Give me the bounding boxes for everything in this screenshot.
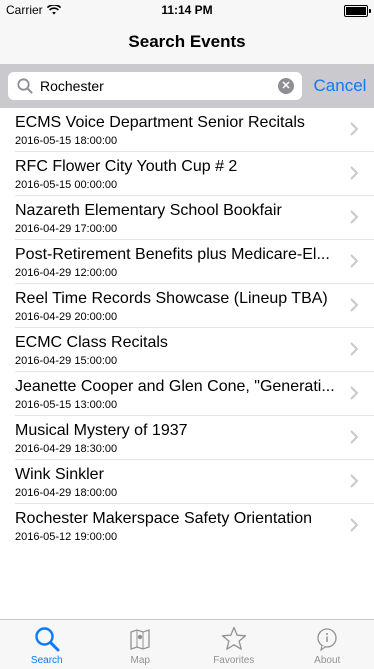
chevron-right-icon — [350, 518, 358, 532]
event-datetime: 2016-04-29 17:00:00 — [15, 223, 117, 235]
page-title: Search Events — [0, 20, 374, 64]
clear-search-button[interactable]: ✕ — [278, 78, 294, 94]
tab-bar: Search Map Favorites About — [0, 619, 374, 669]
search-icon — [16, 77, 34, 95]
event-datetime: 2016-04-29 15:00:00 — [15, 355, 117, 367]
tab-label: About — [281, 655, 374, 666]
event-datetime: 2016-04-29 20:00:00 — [15, 311, 117, 323]
list-item[interactable]: Post-Retirement Benefits plus Medicare-E… — [0, 240, 374, 284]
map-icon — [126, 625, 154, 653]
status-bar: Carrier 11:14 PM — [0, 0, 374, 20]
event-title: Jeanette Cooper and Glen Cone, "Generati… — [15, 378, 337, 396]
info-icon — [313, 625, 341, 653]
search-field[interactable]: ✕ — [8, 72, 302, 100]
tab-search[interactable]: Search — [0, 620, 94, 669]
event-title: Nazareth Elementary School Bookfair — [15, 202, 337, 220]
list-item[interactable]: ECMC Class Recitals 2016-04-29 15:00:00 — [0, 328, 374, 372]
chevron-right-icon — [350, 386, 358, 400]
list-item[interactable]: Reel Time Records Showcase (Lineup TBA) … — [0, 284, 374, 328]
event-title: ECMS Voice Department Senior Recitals — [15, 114, 337, 132]
list-item[interactable]: Rochester Makerspace Safety Orientation … — [0, 504, 374, 548]
chevron-right-icon — [350, 254, 358, 268]
list-item[interactable]: Jeanette Cooper and Glen Cone, "Generati… — [0, 372, 374, 416]
event-title: Musical Mystery of 1937 — [15, 422, 337, 440]
chevron-right-icon — [350, 122, 358, 136]
battery-icon — [344, 5, 368, 17]
chevron-right-icon — [350, 210, 358, 224]
tab-label: Favorites — [187, 655, 281, 666]
list-item[interactable]: ECMS Voice Department Senior Recitals 20… — [0, 108, 374, 152]
star-icon — [220, 625, 248, 653]
tab-label: Search — [0, 655, 94, 666]
chevron-right-icon — [350, 342, 358, 356]
event-datetime: 2016-04-29 18:00:00 — [15, 487, 117, 499]
list-item[interactable]: Musical Mystery of 1937 2016-04-29 18:30… — [0, 416, 374, 460]
tab-label: Map — [94, 655, 188, 666]
event-title: Rochester Makerspace Safety Orientation — [15, 510, 337, 528]
list-item[interactable]: Wink Sinkler 2016-04-29 18:00:00 — [0, 460, 374, 504]
event-datetime: 2016-05-15 13:00:00 — [15, 399, 117, 411]
navigation-bar: Search Events — [0, 20, 374, 64]
event-datetime: 2016-04-29 12:00:00 — [15, 267, 117, 279]
search-icon — [33, 625, 61, 653]
chevron-right-icon — [350, 474, 358, 488]
event-title: ECMC Class Recitals — [15, 334, 337, 352]
search-input[interactable] — [40, 76, 278, 96]
list-item[interactable]: RFC Flower City Youth Cup # 2 2016-05-15… — [0, 152, 374, 196]
tab-map[interactable]: Map — [94, 620, 188, 669]
event-datetime: 2016-05-12 19:00:00 — [15, 531, 117, 543]
event-datetime: 2016-04-29 18:30:00 — [15, 443, 117, 455]
cancel-button[interactable]: Cancel — [306, 64, 374, 108]
list-item[interactable]: Nazareth Elementary School Bookfair 2016… — [0, 196, 374, 240]
chevron-right-icon — [350, 166, 358, 180]
event-title: Post-Retirement Benefits plus Medicare-E… — [15, 246, 337, 264]
event-title: Wink Sinkler — [15, 466, 337, 484]
chevron-right-icon — [350, 430, 358, 444]
tab-favorites[interactable]: Favorites — [187, 620, 281, 669]
event-datetime: 2016-05-15 18:00:00 — [15, 135, 117, 147]
event-title: RFC Flower City Youth Cup # 2 — [15, 158, 337, 176]
results-list: ECMS Voice Department Senior Recitals 20… — [0, 108, 374, 548]
event-title: Reel Time Records Showcase (Lineup TBA) — [15, 290, 337, 308]
tab-about[interactable]: About — [281, 620, 374, 669]
chevron-right-icon — [350, 298, 358, 312]
search-bar: ✕ Cancel — [0, 64, 374, 109]
event-datetime: 2016-05-15 00:00:00 — [15, 179, 117, 191]
status-time: 11:14 PM — [0, 3, 374, 17]
